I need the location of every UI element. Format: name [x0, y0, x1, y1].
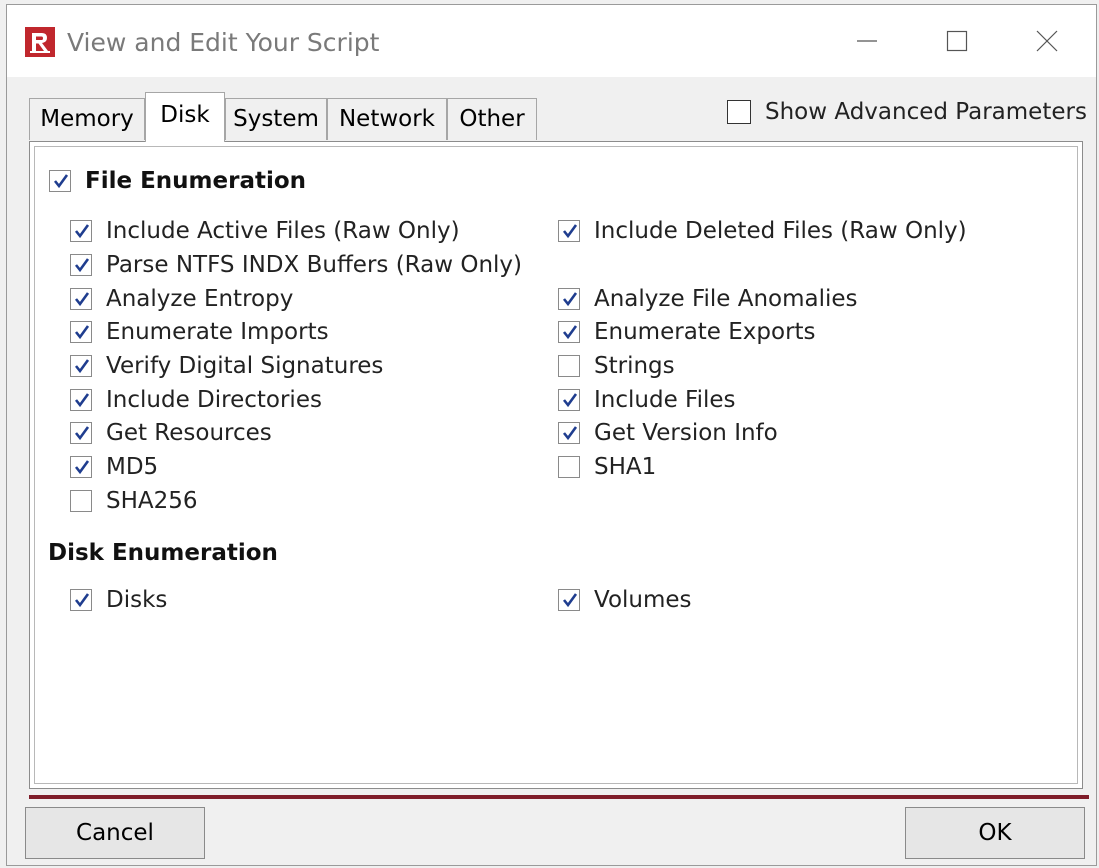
- checkbox-box[interactable]: [70, 220, 92, 242]
- include-files-checkbox[interactable]: Include Files: [558, 385, 736, 415]
- checkbox-label: Verify Digital Signatures: [106, 353, 384, 379]
- checkbox-label: Get Resources: [106, 420, 272, 446]
- checkbox-box[interactable]: [558, 220, 580, 242]
- checkbox-box[interactable]: [70, 389, 92, 411]
- checkbox-box[interactable]: [558, 389, 580, 411]
- get-version-info-checkbox[interactable]: Get Version Info: [558, 418, 778, 448]
- checkmark-icon: [74, 292, 90, 307]
- checkmark-icon: [562, 325, 578, 340]
- include-directories-checkbox[interactable]: Include Directories: [70, 385, 322, 415]
- checkbox-label: Parse NTFS INDX Buffers (Raw Only): [106, 252, 523, 278]
- checkbox-label: Enumerate Exports: [594, 319, 816, 345]
- checkmark-icon: [74, 258, 90, 273]
- checkbox-box[interactable]: [70, 422, 92, 444]
- tab-memory[interactable]: Memory: [29, 98, 145, 140]
- checkbox-box[interactable]: [558, 321, 580, 343]
- verify-digital-signatures-checkbox[interactable]: Verify Digital Signatures: [70, 351, 383, 381]
- checkbox-label: Analyze File Anomalies: [594, 286, 858, 312]
- checkbox-label: Include Active Files (Raw Only): [106, 218, 460, 244]
- checkbox-box[interactable]: [70, 355, 92, 377]
- window-title: View and Edit Your Script: [67, 28, 380, 57]
- tab-network[interactable]: Network: [327, 98, 447, 140]
- checkmark-icon: [562, 292, 578, 307]
- checkbox-box[interactable]: [558, 355, 580, 377]
- checkmark-icon: [74, 325, 90, 340]
- dialog-window: View and Edit Your Script Memory Disk Sy…: [6, 4, 1097, 866]
- volumes-checkbox[interactable]: Volumes: [558, 585, 692, 615]
- checkbox-box[interactable]: [558, 456, 580, 478]
- enumerate-exports-checkbox[interactable]: Enumerate Exports: [558, 317, 816, 347]
- include-deleted-files-checkbox[interactable]: Include Deleted Files (Raw Only): [558, 216, 967, 246]
- checkbox-label: SHA256: [106, 488, 198, 514]
- tab-system[interactable]: System: [225, 98, 327, 140]
- checkbox-box[interactable]: [558, 589, 580, 611]
- checkbox-label: Get Version Info: [594, 420, 778, 446]
- checkbox-label: Strings: [594, 353, 675, 379]
- checkbox-box[interactable]: [70, 254, 92, 276]
- disk-enumeration-title: Disk Enumeration: [48, 540, 278, 566]
- ok-button[interactable]: OK: [905, 807, 1085, 859]
- checkbox-box[interactable]: [70, 589, 92, 611]
- disks-checkbox[interactable]: Disks: [70, 585, 167, 615]
- analyze-entropy-checkbox[interactable]: Analyze Entropy: [70, 284, 293, 314]
- checkbox-box[interactable]: [558, 422, 580, 444]
- checkbox-label: Disks: [106, 587, 168, 613]
- file-enumeration-checkbox[interactable]: File Enumeration: [49, 166, 306, 196]
- checkmark-icon: [53, 174, 69, 189]
- sha1-checkbox[interactable]: SHA1: [558, 452, 656, 482]
- title-bar[interactable]: View and Edit Your Script: [7, 5, 1096, 77]
- close-icon: [1036, 30, 1058, 52]
- md5-checkbox[interactable]: MD5: [70, 452, 158, 482]
- analyze-file-anomalies-checkbox[interactable]: Analyze File Anomalies: [558, 284, 858, 314]
- footer-divider: [29, 795, 1089, 799]
- checkbox-label: Volumes: [594, 587, 692, 613]
- app-logo-icon: [25, 27, 55, 57]
- minimize-button[interactable]: [837, 15, 897, 67]
- maximize-icon: [946, 30, 968, 52]
- checkbox-box[interactable]: [727, 100, 751, 124]
- tab-disk[interactable]: Disk: [145, 92, 225, 142]
- maximize-button[interactable]: [927, 15, 987, 67]
- checkbox-label: Enumerate Imports: [106, 319, 329, 345]
- checkmark-icon: [562, 593, 578, 608]
- checkbox-label: MD5: [106, 454, 159, 480]
- close-button[interactable]: [1017, 15, 1077, 67]
- checkmark-icon: [74, 359, 90, 374]
- file-enumeration-title: File Enumeration: [85, 168, 307, 194]
- parse-ntfs-indx-checkbox[interactable]: Parse NTFS INDX Buffers (Raw Only): [70, 250, 522, 280]
- include-active-files-checkbox[interactable]: Include Active Files (Raw Only): [70, 216, 460, 246]
- show-advanced-parameters-checkbox[interactable]: Show Advanced Parameters: [727, 97, 1087, 127]
- checkbox-box[interactable]: [558, 288, 580, 310]
- disk-tab-panel: File Enumeration Include Active Files (R…: [29, 141, 1083, 789]
- checkbox-label: Analyze Entropy: [106, 286, 294, 312]
- checkbox-label: Include Deleted Files (Raw Only): [594, 218, 967, 244]
- checkmark-icon: [562, 224, 578, 239]
- checkmark-icon: [74, 393, 90, 408]
- checkbox-box[interactable]: [70, 321, 92, 343]
- tab-other[interactable]: Other: [447, 98, 537, 140]
- sha256-checkbox[interactable]: SHA256: [70, 486, 198, 516]
- enumerate-imports-checkbox[interactable]: Enumerate Imports: [70, 317, 329, 347]
- checkbox-label: Include Files: [594, 387, 736, 413]
- checkbox-label: SHA1: [594, 454, 657, 480]
- show-advanced-parameters-label: Show Advanced Parameters: [765, 99, 1087, 125]
- checkbox-box[interactable]: [70, 490, 92, 512]
- cancel-button[interactable]: Cancel: [25, 807, 205, 859]
- strings-checkbox[interactable]: Strings: [558, 351, 675, 381]
- checkmark-icon: [74, 460, 90, 475]
- checkbox-box[interactable]: [70, 456, 92, 478]
- checkmark-icon: [74, 224, 90, 239]
- checkmark-icon: [74, 426, 90, 441]
- checkmark-icon: [562, 426, 578, 441]
- checkmark-icon: [562, 393, 578, 408]
- checkbox-label: Include Directories: [106, 387, 322, 413]
- checkbox-box[interactable]: [49, 170, 71, 192]
- checkmark-icon: [74, 593, 90, 608]
- get-resources-checkbox[interactable]: Get Resources: [70, 418, 272, 448]
- checkbox-box[interactable]: [70, 288, 92, 310]
- minimize-icon: [857, 40, 877, 42]
